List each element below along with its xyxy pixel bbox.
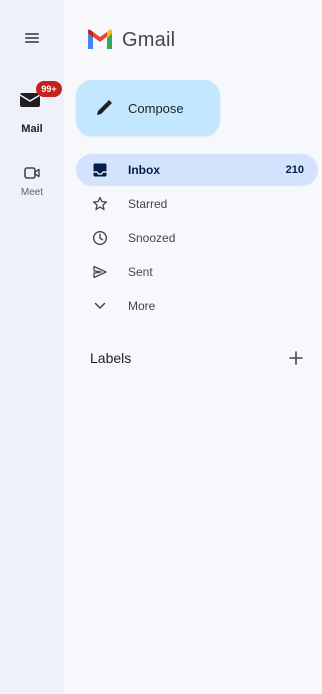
hamburger-menu-icon[interactable] [16, 26, 48, 50]
inbox-icon [90, 160, 110, 180]
star-icon [90, 194, 110, 214]
nav-item-snoozed[interactable]: Snoozed [76, 222, 318, 254]
rail-item-mail-label: Mail [21, 123, 43, 135]
compose-label: Compose [128, 100, 184, 116]
labels-section-header: Labels [76, 344, 318, 372]
rail-item-mail[interactable]: 99+ Mail [8, 81, 62, 145]
folder-list: Inbox 210 Starred Snoozed Sent More [76, 154, 318, 324]
clock-icon [90, 228, 110, 248]
video-camera-icon [24, 167, 40, 179]
nav-item-sent[interactable]: Sent [76, 256, 318, 288]
navigation-rail: 99+ Mail Meet [0, 0, 64, 694]
nav-item-label: Sent [128, 265, 153, 279]
pencil-icon [97, 100, 112, 115]
unread-count: 210 [285, 164, 304, 176]
rail-item-meet[interactable]: Meet [8, 163, 56, 211]
send-icon [90, 262, 110, 282]
nav-item-starred[interactable]: Starred [76, 188, 318, 220]
rail-item-meet-label: Meet [20, 187, 44, 198]
nav-item-inbox[interactable]: Inbox 210 [76, 154, 318, 186]
nav-item-label: Starred [128, 197, 168, 211]
chevron-down-icon [90, 296, 110, 316]
nav-item-label: Inbox [128, 163, 160, 177]
plus-icon[interactable] [284, 346, 308, 370]
gmail-m-icon [88, 29, 112, 49]
compose-button[interactable]: Compose [76, 80, 220, 136]
gmail-logo[interactable]: Gmail [86, 26, 175, 54]
mail-badge: 99+ [36, 81, 62, 97]
app-title: Gmail [122, 28, 176, 51]
nav-item-more[interactable]: More [76, 290, 318, 322]
navigation-drawer: Gmail Compose Inbox 210 Starred Snoozed … [64, 0, 322, 694]
nav-item-label: Snoozed [128, 231, 176, 245]
labels-title: Labels [90, 350, 132, 366]
mail-icon: 99+ [14, 81, 62, 113]
nav-item-label: More [128, 299, 156, 313]
